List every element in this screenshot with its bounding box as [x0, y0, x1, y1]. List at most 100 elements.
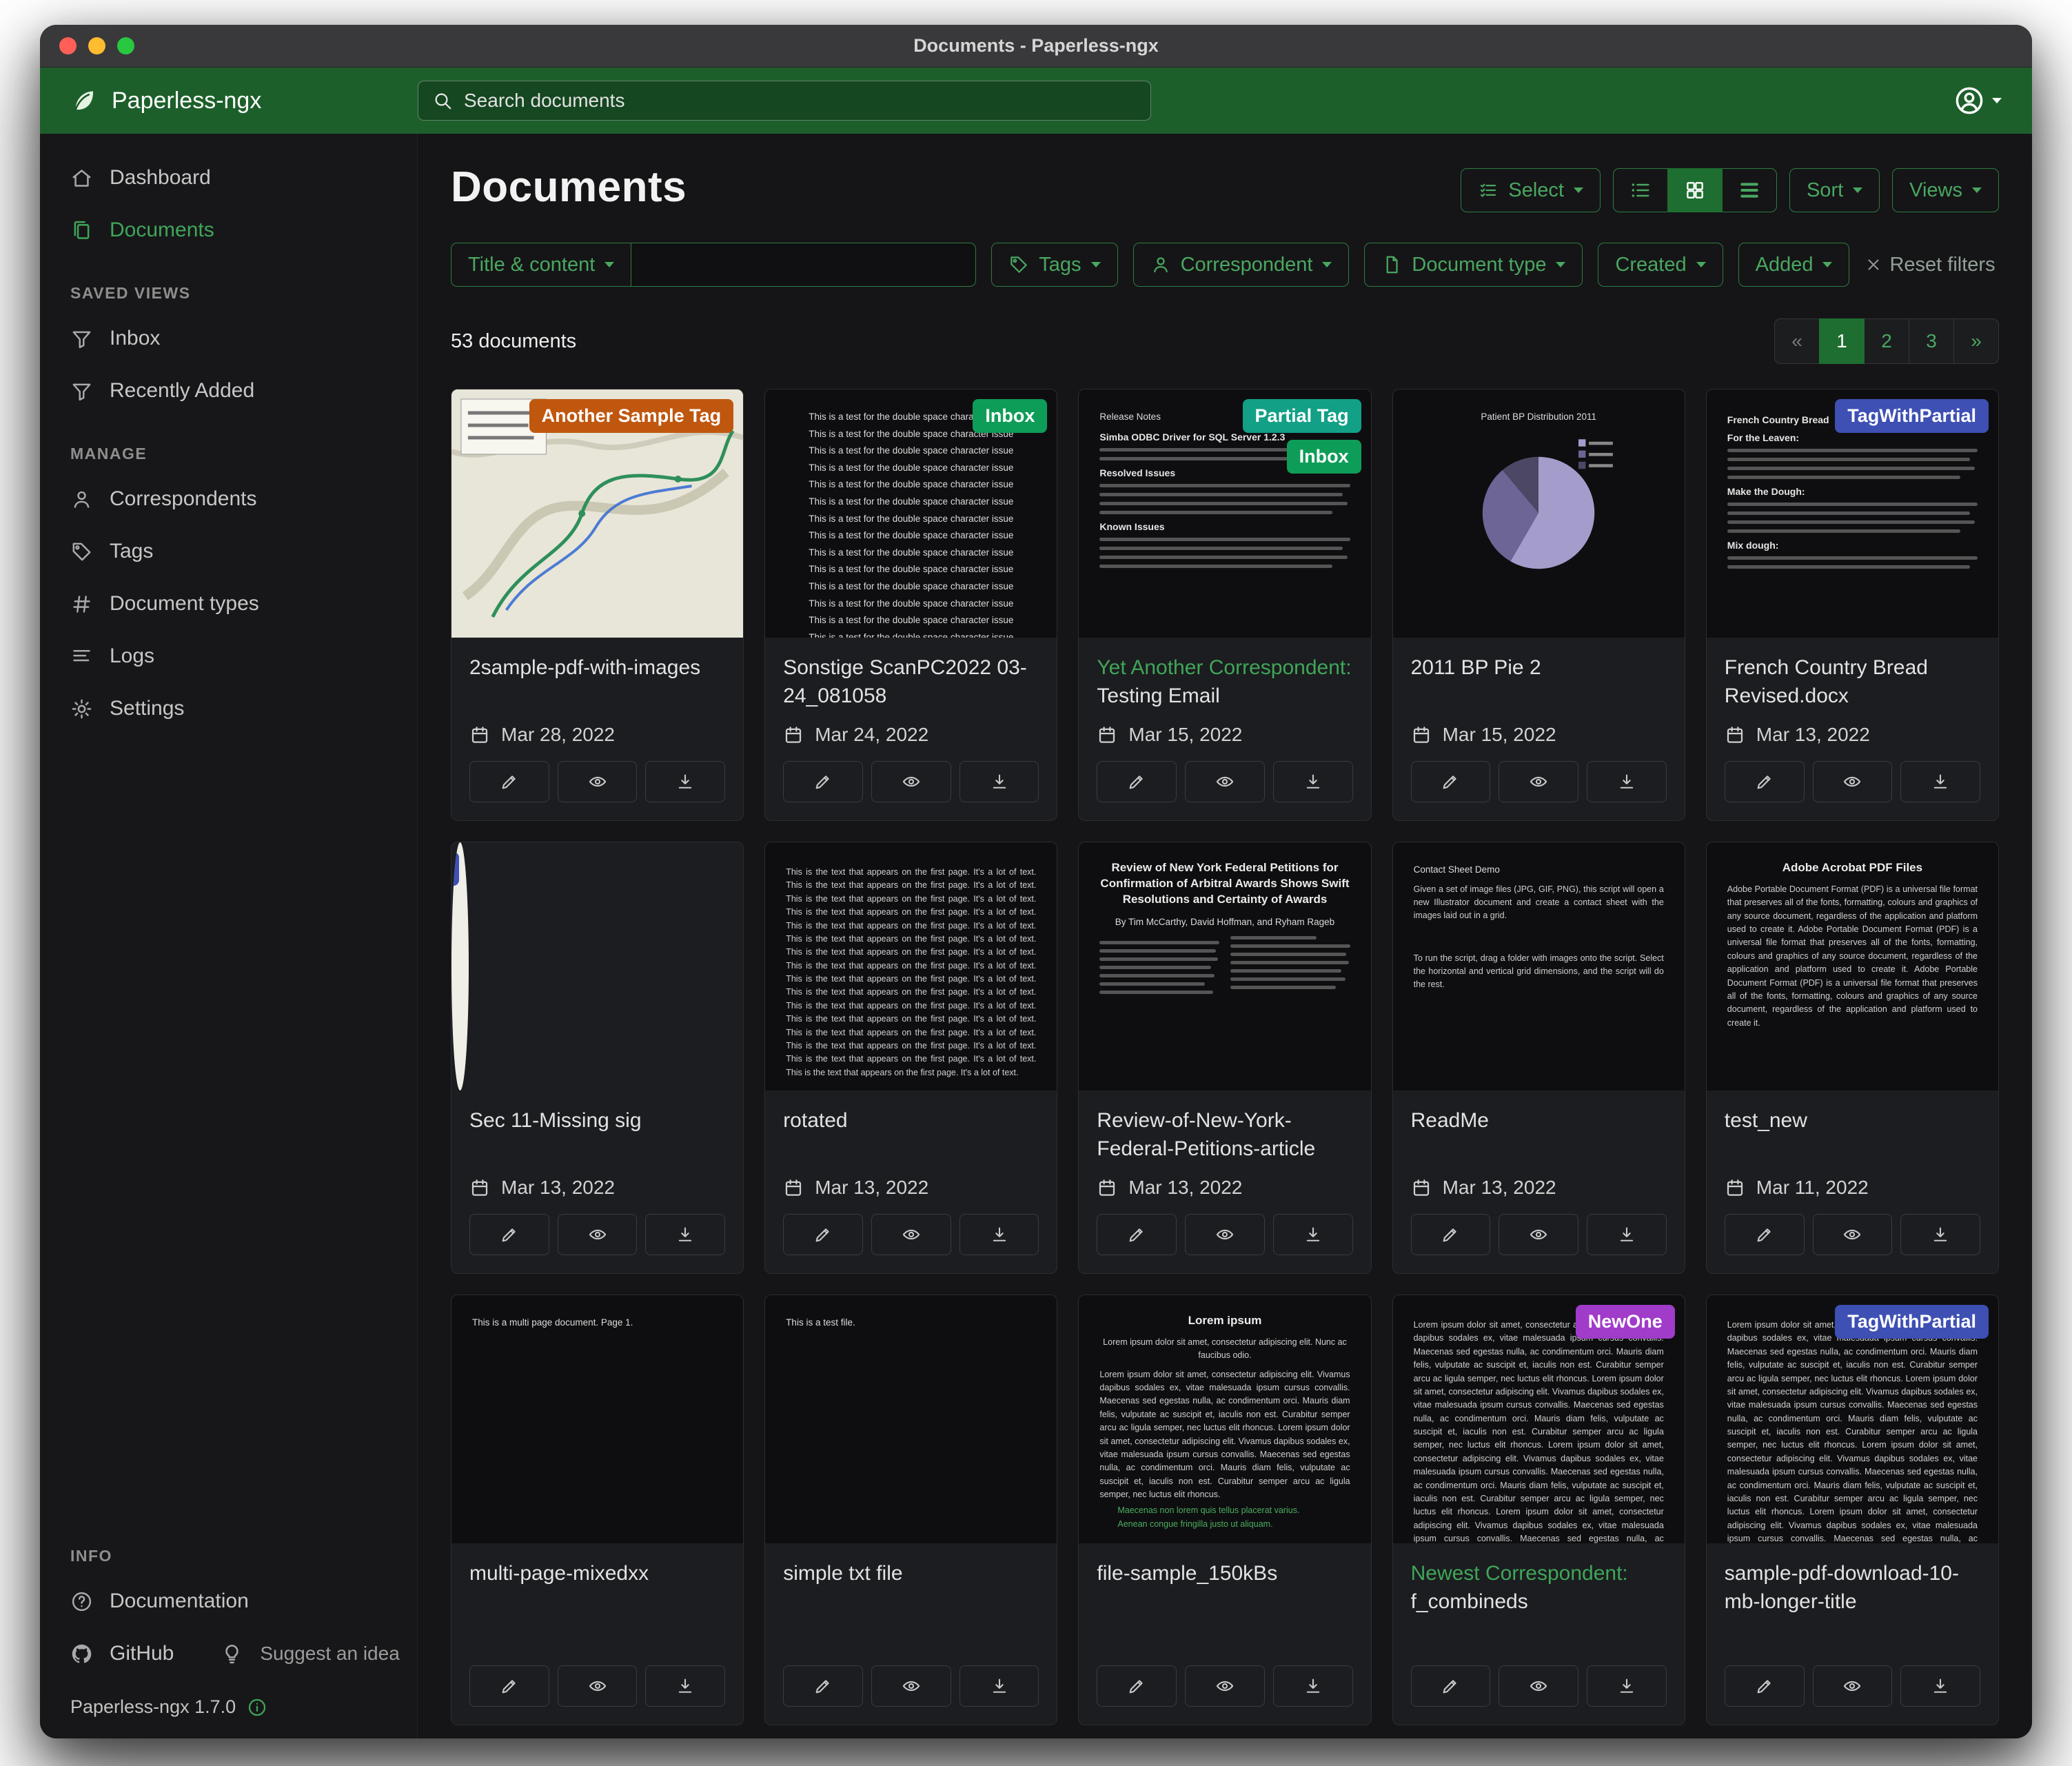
edit-button[interactable] — [783, 1665, 863, 1707]
sidebar-item-github[interactable]: GitHub — [54, 1627, 190, 1680]
document-thumbnail[interactable]: Patient BP Distribution 2011 — [1393, 389, 1685, 638]
document-title[interactable]: ReadMe — [1411, 1107, 1667, 1163]
preview-button[interactable] — [1185, 761, 1265, 802]
document-thumbnail[interactable]: Partial TagInbox Release NotesSimba ODBC… — [1079, 389, 1370, 638]
download-button[interactable] — [1900, 1214, 1980, 1255]
document-thumbnail[interactable]: Another Sample Tag — [451, 389, 743, 638]
preview-button[interactable] — [558, 1665, 638, 1707]
page-2-button[interactable]: 2 — [1864, 318, 1909, 364]
sidebar-item-correspondents[interactable]: Correspondents — [54, 473, 403, 525]
tag-tagwithpartial[interactable]: TagWithPartial — [1835, 1305, 1989, 1339]
document-title[interactable]: simple txt file — [783, 1560, 1039, 1616]
document-thumbnail[interactable]: This is a multi page document. Page 1. — [451, 1295, 743, 1543]
reset-filters-button[interactable]: Reset filters — [1865, 254, 1995, 276]
brand[interactable]: Paperless-ngx — [40, 86, 418, 115]
view-list-button[interactable] — [1613, 168, 1668, 212]
document-title[interactable]: sample-pdf-download-10-mb-longer-title — [1725, 1560, 1980, 1616]
document-thumbnail[interactable]: TagWithPartial 1.1 CONTINUING MEDICAL ED… — [451, 842, 469, 1090]
document-title[interactable]: 2sample-pdf-with-images — [469, 654, 725, 710]
document-card[interactable]: TagWithPartial French Country BreadFor t… — [1706, 389, 1999, 821]
download-button[interactable] — [959, 1665, 1039, 1707]
view-detail-button[interactable] — [1722, 168, 1777, 212]
info-icon[interactable] — [247, 1697, 267, 1718]
tag-tagwithpartial[interactable]: TagWithPartial — [451, 852, 459, 886]
filter-document-type-button[interactable]: Document type — [1364, 243, 1583, 287]
edit-button[interactable] — [469, 761, 549, 802]
tag-partial-tag[interactable]: Partial Tag — [1243, 399, 1361, 433]
page-1-button[interactable]: 1 — [1819, 318, 1865, 364]
sidebar-item-documentation[interactable]: Documentation — [54, 1575, 403, 1627]
edit-button[interactable] — [1411, 1214, 1491, 1255]
filter-tags-button[interactable]: Tags — [991, 243, 1117, 287]
preview-button[interactable] — [1813, 761, 1893, 802]
preview-button[interactable] — [871, 1214, 951, 1255]
page-prev-button[interactable]: « — [1774, 318, 1820, 364]
preview-button[interactable] — [558, 761, 638, 802]
document-title[interactable]: Yet Another Correspondent: Testing Email — [1097, 654, 1352, 710]
filter-query-input[interactable] — [631, 243, 976, 287]
filter-added-button[interactable]: Added — [1738, 243, 1850, 287]
document-thumbnail[interactable]: TagWithPartial Lorem ipsum dolor sit ame… — [1707, 1295, 1998, 1543]
download-button[interactable] — [959, 1214, 1039, 1255]
tag-another-sample-tag[interactable]: Another Sample Tag — [529, 399, 734, 433]
sidebar-item-document-types[interactable]: Document types — [54, 578, 403, 630]
document-card[interactable]: Review of New York Federal Petitions for… — [1078, 842, 1371, 1274]
download-button[interactable] — [1273, 1665, 1353, 1707]
download-button[interactable] — [1900, 1665, 1980, 1707]
user-menu[interactable] — [1953, 85, 2002, 116]
document-title[interactable]: 2011 BP Pie 2 — [1411, 654, 1667, 710]
document-title[interactable]: multi-page-mixedxx — [469, 1560, 725, 1616]
document-card[interactable]: TagWithPartial 1.1 CONTINUING MEDICAL ED… — [451, 842, 744, 1274]
preview-button[interactable] — [1813, 1665, 1893, 1707]
sidebar-item-inbox[interactable]: Inbox — [54, 312, 403, 365]
edit-button[interactable] — [1411, 1665, 1491, 1707]
document-thumbnail[interactable]: Contact Sheet DemoGiven a set of image f… — [1393, 842, 1685, 1090]
download-button[interactable] — [645, 761, 725, 802]
sidebar-item-documents[interactable]: Documents — [54, 204, 403, 256]
document-card[interactable]: NewOne Lorem ipsum dolor sit amet, conse… — [1392, 1295, 1685, 1725]
tag-tagwithpartial[interactable]: TagWithPartial — [1835, 399, 1989, 433]
download-button[interactable] — [1900, 761, 1980, 802]
document-thumbnail[interactable]: Review of New York Federal Petitions for… — [1079, 842, 1370, 1090]
close-button[interactable] — [59, 37, 77, 54]
sidebar-item-settings[interactable]: Settings — [54, 682, 403, 735]
document-title[interactable]: French Country Bread Revised.docx — [1725, 654, 1980, 710]
preview-button[interactable] — [871, 1665, 951, 1707]
document-correspondent[interactable]: Newest Correspondent: — [1411, 1562, 1628, 1585]
sidebar-item-logs[interactable]: Logs — [54, 630, 403, 682]
preview-button[interactable] — [1185, 1665, 1265, 1707]
download-button[interactable] — [959, 761, 1039, 802]
page-3-button[interactable]: 3 — [1909, 318, 1954, 364]
download-button[interactable] — [1587, 1214, 1667, 1255]
document-title[interactable]: Sonstige ScanPC2022 03-24_081058 — [783, 654, 1039, 710]
select-button[interactable]: Select — [1461, 168, 1601, 212]
search-bar[interactable] — [418, 81, 1151, 121]
title-content-dropdown[interactable]: Title & content — [451, 243, 631, 287]
document-title[interactable]: Sec 11-Missing sig — [469, 1107, 725, 1163]
document-thumbnail[interactable]: Lorem ipsumLorem ipsum dolor sit amet, c… — [1079, 1295, 1370, 1543]
document-title[interactable]: Review-of-New-York-Federal-Petitions-art… — [1097, 1107, 1352, 1163]
download-button[interactable] — [645, 1665, 725, 1707]
download-button[interactable] — [1587, 761, 1667, 802]
sidebar-item-dashboard[interactable]: Dashboard — [54, 152, 403, 204]
document-card[interactable]: This is a multi page document. Page 1. m… — [451, 1295, 744, 1725]
document-thumbnail[interactable]: Inbox This is a test for the double spac… — [765, 389, 1057, 638]
edit-button[interactable] — [1725, 761, 1805, 802]
document-thumbnail[interactable]: TagWithPartial French Country BreadFor t… — [1707, 389, 1998, 638]
document-card[interactable]: TagWithPartial Lorem ipsum dolor sit ame… — [1706, 1295, 1999, 1725]
download-button[interactable] — [1587, 1665, 1667, 1707]
preview-button[interactable] — [1499, 1665, 1578, 1707]
edit-button[interactable] — [469, 1214, 549, 1255]
search-input[interactable] — [464, 90, 1137, 112]
tag-inbox[interactable]: Inbox — [1287, 440, 1361, 474]
edit-button[interactable] — [783, 1214, 863, 1255]
download-button[interactable] — [645, 1214, 725, 1255]
preview-button[interactable] — [1499, 1214, 1578, 1255]
preview-button[interactable] — [1185, 1214, 1265, 1255]
view-grid-button[interactable] — [1667, 168, 1723, 212]
document-card[interactable]: Lorem ipsumLorem ipsum dolor sit amet, c… — [1078, 1295, 1371, 1725]
edit-button[interactable] — [469, 1665, 549, 1707]
edit-button[interactable] — [1725, 1665, 1805, 1707]
edit-button[interactable] — [1097, 1665, 1177, 1707]
zoom-button[interactable] — [117, 37, 134, 54]
